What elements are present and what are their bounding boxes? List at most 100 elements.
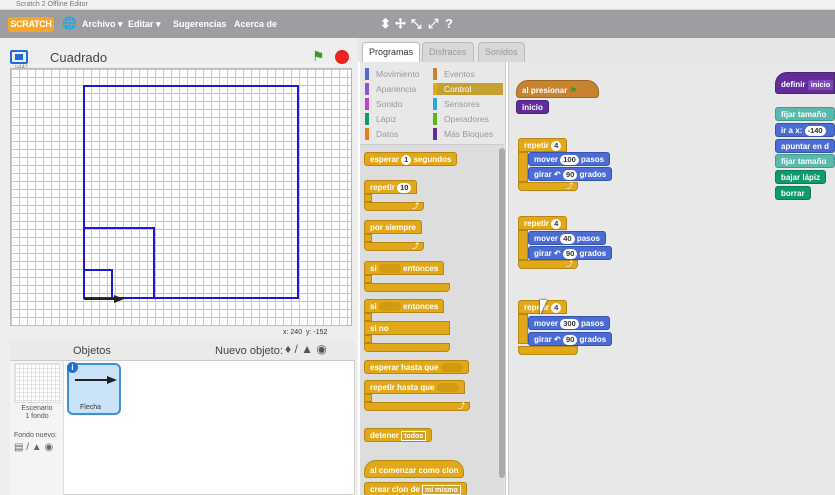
when-flag-clicked-hat[interactable]: al presionar ⚑ (516, 80, 599, 98)
globe-icon[interactable]: 🌐 (62, 16, 77, 30)
grow-icon[interactable]: ⤡ (411, 16, 421, 32)
script-inicio-call[interactable]: inicio (516, 100, 549, 114)
palette-wait-block[interactable]: esperar 1 segundos (364, 152, 458, 166)
upload-sprite-icon[interactable]: ▲ (301, 342, 313, 356)
palette-ifelse-block[interactable]: si entonces (364, 299, 445, 313)
tab-disfraces[interactable]: Disfraces (422, 42, 474, 62)
category-operadores[interactable]: Operadores (433, 113, 503, 125)
window-titlebar: Scratch 2 Offline Editor (0, 0, 835, 10)
sprite-name: Flecha (80, 404, 102, 411)
script-repeat-1-foot: ⤴ (518, 182, 578, 191)
script-repeat-2-arm (518, 230, 528, 260)
paint-sprite-icon[interactable]: / (294, 342, 297, 356)
palette-forever-foot: ⤴ (364, 242, 424, 251)
palette-repeat-block[interactable]: repetir 10 (364, 180, 418, 194)
palette-repeatuntil-block[interactable]: repetir hasta que (364, 380, 465, 394)
new-backdrop-tools: ▤ / ▲ ◉ (14, 442, 53, 453)
clone-dropdown[interactable]: mí mismo (422, 484, 461, 495)
script-turn-1[interactable]: girar ↶ 90 grados (528, 167, 613, 181)
menu-archivo[interactable]: Archivo ▾ (82, 19, 123, 30)
pen-down-block[interactable]: bajar lápiz (775, 170, 827, 184)
script-repeat-3-arm (518, 314, 528, 344)
palette-ifelse-foot (364, 343, 450, 352)
stage-thumbnail[interactable] (14, 363, 60, 403)
palette-ifelse-arm (364, 313, 372, 321)
sprite-icon (10, 50, 28, 64)
category-movimiento[interactable]: Movimiento (365, 68, 429, 80)
arrow-sprite[interactable] (84, 295, 124, 303)
script-repeat-1[interactable]: repetir 4 (518, 138, 568, 152)
category-sonido[interactable]: Sonido (365, 98, 429, 110)
palette-forever-arm (364, 234, 372, 242)
shrink-icon[interactable]: ⤢ (428, 16, 438, 32)
script-turn-3[interactable]: girar ↶ 90 grados (528, 332, 613, 346)
palette-stop-block[interactable]: detener todos (364, 428, 433, 442)
green-flag-icon[interactable]: ⚑ (312, 48, 328, 64)
point-direction-block[interactable]: apuntar en d (775, 139, 835, 153)
duplicate-icon[interactable]: ⬍ (380, 16, 391, 32)
set-size-block[interactable]: fijar tamaño (775, 107, 835, 121)
category-l-piz[interactable]: Lápiz (365, 113, 429, 125)
tab-programas[interactable]: Programas (362, 42, 421, 62)
menu-editar[interactable]: Editar ▾ (128, 19, 161, 30)
tab-sonidos[interactable]: Sonidos (478, 42, 525, 62)
sprites-title: Objetos (73, 345, 111, 357)
project-title[interactable]: Cuadrado (50, 50, 107, 65)
script-repeat-2[interactable]: repetir 4 (518, 216, 568, 230)
new-backdrop-label: Fondo nuevo: (14, 432, 57, 439)
palette-if-foot (364, 283, 450, 292)
category-apariencia[interactable]: Apariencia (365, 83, 429, 95)
category-control[interactable]: Control (433, 83, 503, 95)
menu-sugerencias[interactable]: Sugerencias (173, 19, 227, 29)
upload-backdrop-icon[interactable]: ▲ (32, 442, 42, 453)
palette-clone-start-block[interactable]: al comenzar como clon (364, 460, 465, 478)
stop-icon[interactable] (335, 50, 349, 64)
palette-else-arm (364, 335, 372, 343)
new-sprite-label: Nuevo objeto: (215, 345, 283, 357)
script-repeat-3-foot (518, 346, 578, 355)
menu-acerca-de[interactable]: Acerca de (234, 19, 277, 29)
info-icon[interactable]: i (67, 362, 78, 373)
define-block[interactable]: definir inicio (775, 72, 835, 94)
script-repeat-2-foot: ⤴ (518, 260, 578, 269)
paint-backdrop-icon[interactable]: / (26, 442, 29, 453)
goto-xy-block[interactable]: ir a x: -140 (775, 123, 835, 137)
stage-canvas[interactable] (10, 68, 352, 326)
palette-if-block[interactable]: si entonces (364, 261, 445, 275)
script-repeat-1-arm (518, 152, 528, 182)
delete-icon[interactable]: ✢ (395, 16, 406, 32)
script-move-1[interactable]: mover 100 pasos (528, 152, 611, 166)
category-m-s-bloques[interactable]: Más Bloques (433, 128, 503, 140)
palette-waituntil-block[interactable]: esperar hasta que (364, 360, 469, 374)
arrow-thumbnail (75, 376, 117, 384)
new-sprite-tools: ♦ / ▲ ◉ (285, 342, 327, 356)
stop-dropdown[interactable]: todos (401, 430, 427, 441)
script-turn-2[interactable]: girar ↶ 90 grados (528, 246, 613, 260)
camera-backdrop-icon[interactable]: ◉ (44, 442, 53, 453)
mouse-coordinates: x: 240 y: -152 (283, 329, 328, 336)
palette-create-clone-block[interactable]: crear clon de mí mismo (364, 482, 467, 495)
palette-repeat-foot: ⤴ (364, 202, 424, 211)
choose-backdrop-icon[interactable]: ▤ (14, 442, 23, 453)
script-move-2[interactable]: mover 40 pasos (528, 231, 606, 245)
category-datos[interactable]: Datos (365, 128, 429, 140)
script-move-3[interactable]: mover 300 pasos (528, 316, 611, 330)
category-sensores[interactable]: Sensores (433, 98, 503, 110)
scratch-editor: Scratch 2 Offline Editor SCRATCH 🌐 Archi… (0, 0, 835, 495)
window-title: Scratch 2 Offline Editor (16, 1, 88, 8)
clear-block[interactable]: borrar (775, 186, 811, 200)
help-icon[interactable]: ? (445, 16, 453, 31)
category-eventos[interactable]: Eventos (433, 68, 503, 80)
set-size-block-2[interactable]: fijar tamaño (775, 154, 835, 168)
palette-repeatuntil-foot: ⤴ (364, 402, 470, 411)
palette-repeat-arm (364, 194, 372, 202)
palette-if-arm (364, 275, 372, 283)
palette-else-label: si no (364, 321, 450, 335)
palette-scrollbar[interactable] (499, 148, 505, 478)
camera-icon[interactable]: ◉ (316, 342, 326, 356)
palette-repeatuntil-arm (364, 394, 372, 402)
stage-label: Escenario 1 fondo (21, 405, 53, 420)
palette-forever-block[interactable]: por siempre (364, 220, 422, 234)
scratch-logo[interactable]: SCRATCH (8, 17, 54, 32)
choose-sprite-icon[interactable]: ♦ (285, 342, 291, 356)
